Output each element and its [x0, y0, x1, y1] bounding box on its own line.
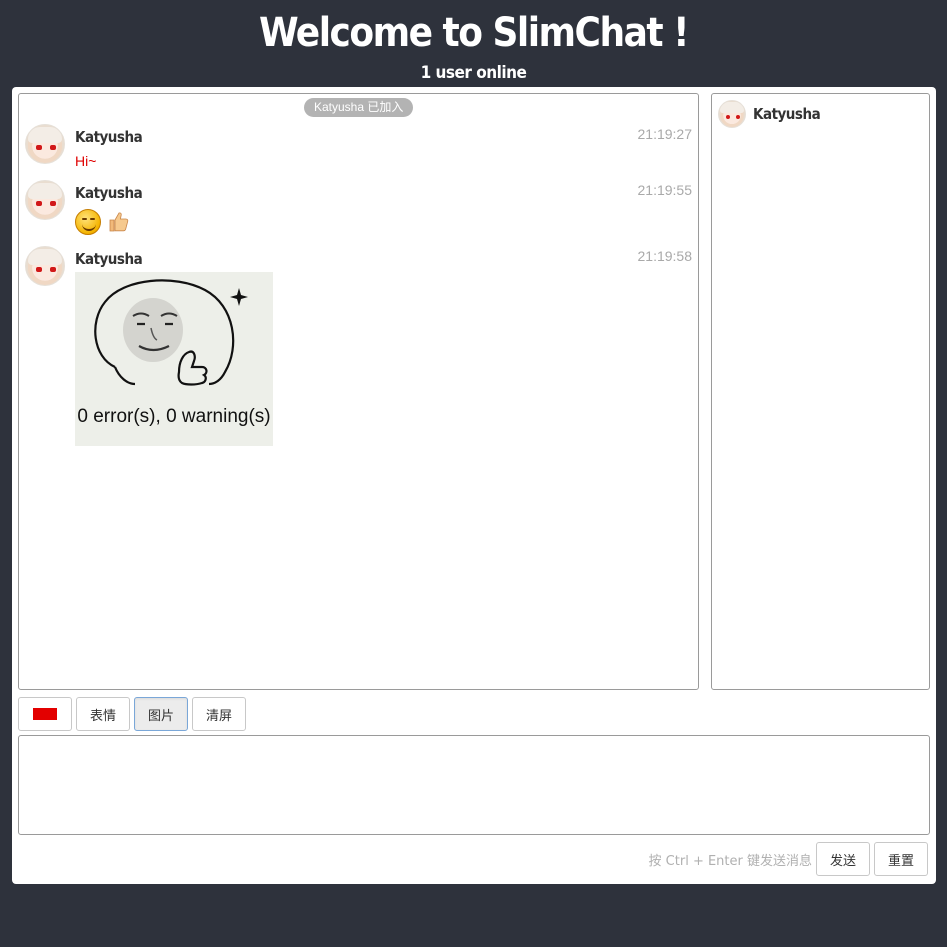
online-count: 1 user online — [420, 63, 527, 83]
user-list: Katyusha — [711, 93, 930, 690]
message-text: Hi~ — [75, 153, 97, 169]
send-button[interactable]: 发送 — [816, 842, 870, 876]
message-time: 21:19:55 — [637, 182, 693, 198]
message-list[interactable]: Katyusha 已加入 Katyusha 21:19:27 Hi~ Katyu… — [18, 93, 699, 690]
avatar[interactable] — [25, 180, 65, 220]
clear-screen-button[interactable]: 清屏 — [192, 697, 246, 731]
page-title: Welcome to SlimChat ! — [259, 10, 689, 56]
chat-message: Katyusha 21:19:55 — [25, 180, 692, 240]
message-sender: Katyusha — [75, 184, 143, 202]
thumbs-up-emoji-icon — [109, 212, 129, 232]
chat-message: Katyusha 21:19:27 Hi~ — [25, 124, 693, 169]
message-sender: Katyusha — [75, 128, 143, 146]
emoji-button[interactable]: 表情 — [76, 697, 130, 731]
message-time: 21:19:27 — [637, 126, 693, 142]
smile-emoji-icon — [75, 209, 101, 235]
user-list-item[interactable]: Katyusha — [718, 100, 918, 130]
message-sender: Katyusha — [75, 250, 143, 268]
image-button[interactable]: 图片 — [134, 697, 188, 731]
send-shortcut-hint: 按 Ctrl + Enter 键发送消息 — [648, 854, 812, 869]
meme-face-drawing — [94, 279, 248, 386]
avatar — [718, 100, 746, 128]
reset-button[interactable]: 重置 — [874, 842, 928, 876]
avatar[interactable] — [25, 124, 65, 164]
color-swatch — [33, 708, 57, 720]
text-color-button[interactable] — [18, 697, 72, 731]
chat-message: Katyusha 21:19:58 0 error(s), 0 warning(… — [25, 246, 692, 452]
avatar[interactable] — [25, 246, 65, 286]
meme-caption: 0 error(s), 0 warning(s) — [77, 406, 271, 427]
chat-panel: Katyusha 已加入 Katyusha 21:19:27 Hi~ Katyu… — [12, 87, 936, 884]
message-time: 21:19:58 — [637, 248, 693, 264]
message-input[interactable] — [18, 735, 930, 835]
system-join-notice: Katyusha 已加入 — [304, 98, 414, 117]
user-name: Katyusha — [753, 105, 821, 123]
message-image[interactable]: 0 error(s), 0 warning(s) — [75, 272, 273, 446]
